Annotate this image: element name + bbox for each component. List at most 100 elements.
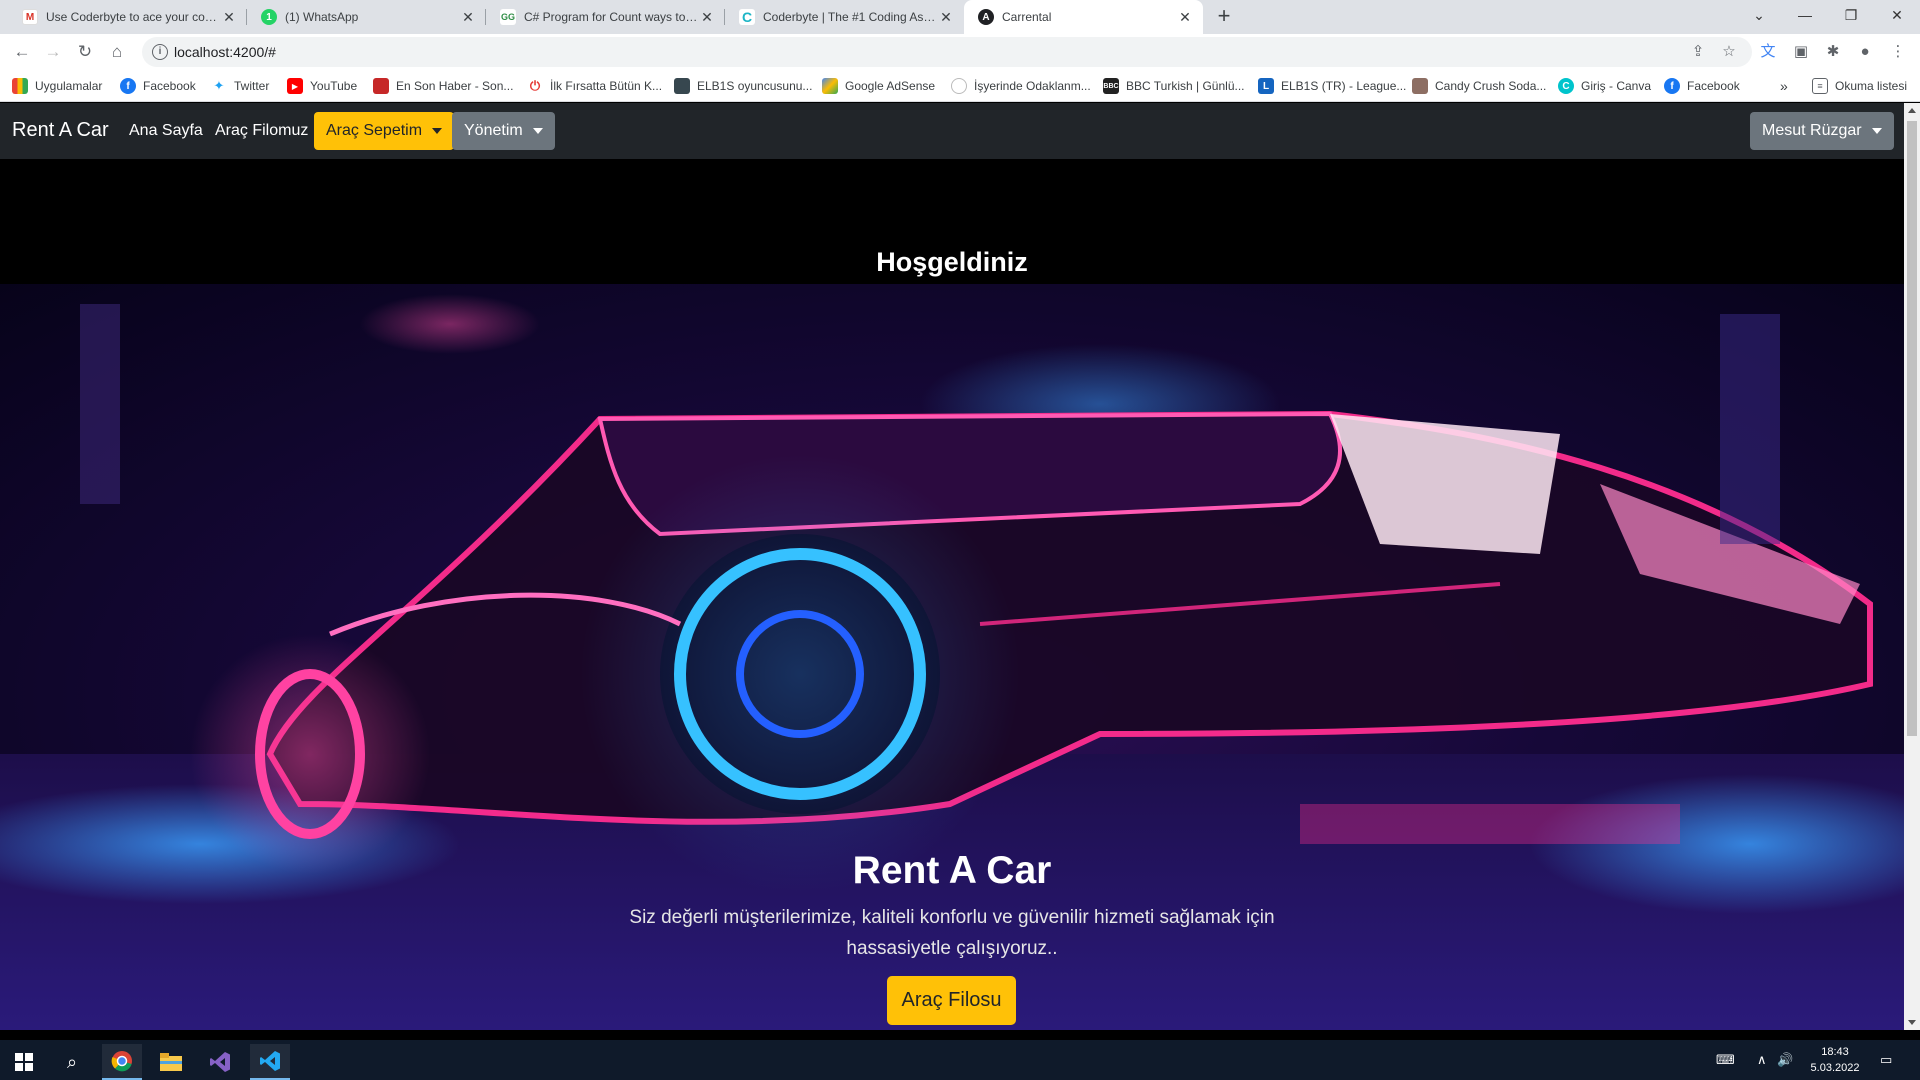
close-tab-icon[interactable]: ✕ bbox=[1177, 9, 1193, 25]
car-fleet-button[interactable]: Araç Filosu bbox=[887, 976, 1016, 1025]
bookmark-item[interactable]: ELB1S oyuncusunu... bbox=[674, 76, 812, 96]
vscode-icon[interactable] bbox=[250, 1044, 290, 1080]
geeksforgeeks-icon: GG bbox=[500, 9, 516, 25]
site-icon bbox=[951, 78, 967, 94]
tab-title: Coderbyte | The #1 Coding Asses bbox=[763, 10, 938, 24]
page-scrollbar[interactable] bbox=[1904, 103, 1920, 1030]
show-hidden-icons-icon[interactable]: ∧ bbox=[1757, 1052, 1767, 1068]
nav-link-home[interactable]: Ana Sayfa bbox=[129, 122, 203, 140]
browser-tab[interactable]: 1 (1) WhatsApp ✕ bbox=[247, 0, 486, 34]
navbar-brand[interactable]: Rent A Car bbox=[12, 119, 109, 142]
tab-title: Carrental bbox=[1002, 10, 1052, 24]
volume-icon[interactable]: 🔊 bbox=[1777, 1052, 1793, 1068]
hero-banner: Rent A Car Siz değerli müşterilerimize, … bbox=[0, 284, 1904, 1030]
bookmark-item[interactable]: L ELB1S (TR) - League... bbox=[1258, 76, 1406, 96]
restore-button[interactable]: ❐ bbox=[1828, 0, 1874, 30]
bookmark-item[interactable]: ▶ YouTube bbox=[287, 76, 357, 96]
home-icon[interactable]: ⌂ bbox=[105, 40, 129, 64]
bbc-icon: BBC bbox=[1103, 78, 1119, 94]
twitter-icon: ✦ bbox=[211, 78, 227, 94]
scrollbar-thumb[interactable] bbox=[1907, 121, 1917, 736]
app-navbar: Rent A Car Ana Sayfa Araç Filomuz Araç S… bbox=[0, 103, 1904, 159]
browser-tab[interactable]: GG C# Program for Count ways to re ✕ bbox=[486, 0, 725, 34]
power-icon: ⏻ bbox=[527, 78, 543, 94]
facebook-icon: f bbox=[1664, 78, 1680, 94]
bookmark-item[interactable]: ✦ Twitter bbox=[211, 76, 269, 96]
admin-dropdown[interactable]: Yönetim bbox=[452, 112, 555, 150]
browser-tab-active[interactable]: A Carrental ✕ bbox=[964, 0, 1203, 34]
profile-avatar-icon[interactable]: ● bbox=[1855, 42, 1875, 62]
translate-icon[interactable]: 文 bbox=[1758, 42, 1778, 62]
car-cart-label: Araç Sepetim bbox=[326, 122, 423, 139]
menu-kebab-icon[interactable]: ⋮ bbox=[1888, 42, 1908, 62]
bookmark-item[interactable]: Uygulamalar bbox=[12, 76, 102, 96]
more-bookmarks-button[interactable]: » bbox=[1780, 76, 1788, 96]
bookmark-label: İlk Fırsatta Bütün K... bbox=[550, 79, 663, 93]
gmail-icon: M bbox=[22, 9, 38, 25]
notifications-icon[interactable]: ▭ bbox=[1880, 1052, 1892, 1068]
forward-icon[interactable]: → bbox=[41, 40, 65, 64]
facebook-icon: f bbox=[120, 78, 136, 94]
game-icon bbox=[674, 78, 690, 94]
system-clock[interactable]: 18:43 5.03.2022 bbox=[1800, 1044, 1870, 1076]
close-tab-icon[interactable]: ✕ bbox=[221, 9, 237, 25]
windows-start-icon[interactable] bbox=[4, 1044, 44, 1080]
picture-in-picture-icon[interactable]: ▣ bbox=[1791, 42, 1811, 62]
bookmark-item[interactable]: En Son Haber - Son... bbox=[373, 76, 513, 96]
bookmark-star-icon[interactable]: ☆ bbox=[1719, 42, 1739, 62]
tab-title: (1) WhatsApp bbox=[285, 10, 359, 24]
browser-tab[interactable]: C Coderbyte | The #1 Coding Asses ✕ bbox=[725, 0, 964, 34]
bookmark-item[interactable]: Candy Crush Soda... bbox=[1412, 76, 1546, 96]
caret-down-icon bbox=[1871, 128, 1882, 134]
chrome-taskbar-icon[interactable] bbox=[102, 1044, 142, 1080]
scroll-up-icon[interactable] bbox=[1908, 108, 1916, 113]
keyboard-icon[interactable]: ⌨ bbox=[1716, 1052, 1735, 1068]
extensions-icon[interactable]: ✱ bbox=[1823, 42, 1843, 62]
bookmark-item[interactable]: f Facebook bbox=[120, 76, 196, 96]
file-explorer-icon[interactable] bbox=[151, 1044, 191, 1080]
visual-studio-icon[interactable] bbox=[200, 1044, 240, 1080]
close-tab-icon[interactable]: ✕ bbox=[699, 9, 715, 25]
close-window-button[interactable]: ✕ bbox=[1874, 0, 1920, 30]
adsense-icon bbox=[822, 78, 838, 94]
bookmark-item[interactable]: İşyerinde Odaklanm... bbox=[951, 76, 1091, 96]
bookmark-item[interactable]: ⏻ İlk Fırsatta Bütün K... bbox=[527, 76, 662, 96]
bookmark-label: BBC Turkish | Günlü... bbox=[1126, 79, 1245, 93]
new-tab-button[interactable]: + bbox=[1212, 5, 1236, 29]
close-tab-icon[interactable]: ✕ bbox=[460, 9, 476, 25]
bookmark-item[interactable]: Google AdSense bbox=[822, 76, 935, 96]
news-icon bbox=[373, 78, 389, 94]
tab-search-icon[interactable]: ⌄ bbox=[1736, 0, 1782, 30]
scroll-down-icon[interactable] bbox=[1908, 1020, 1916, 1025]
bookmark-label: İşyerinde Odaklanm... bbox=[974, 79, 1091, 93]
reading-list-icon: ≡ bbox=[1812, 78, 1828, 94]
angular-icon: A bbox=[978, 9, 994, 25]
admin-label: Yönetim bbox=[464, 122, 523, 139]
caret-down-icon bbox=[532, 128, 543, 134]
apps-grid-icon bbox=[12, 78, 28, 94]
close-tab-icon[interactable]: ✕ bbox=[938, 9, 954, 25]
browser-tab[interactable]: M Use Coderbyte to ace your coding ✕ bbox=[8, 0, 247, 34]
bookmark-label: Facebook bbox=[143, 79, 196, 93]
address-bar[interactable]: i localhost:4200/# ⇪ ☆ bbox=[142, 37, 1752, 67]
caret-down-icon bbox=[432, 128, 443, 134]
bookmark-item[interactable]: f Facebook bbox=[1664, 76, 1740, 96]
minimize-button[interactable]: — bbox=[1782, 0, 1828, 30]
bookmark-item[interactable]: BBC BBC Turkish | Günlü... bbox=[1103, 76, 1245, 96]
reading-list-button[interactable]: ≡ Okuma listesi bbox=[1812, 76, 1907, 96]
back-icon[interactable]: ← bbox=[10, 40, 34, 64]
bookmark-label: Twitter bbox=[234, 79, 270, 93]
candy-icon bbox=[1412, 78, 1428, 94]
car-cart-dropdown[interactable]: Araç Sepetim bbox=[314, 112, 455, 150]
address-url[interactable]: localhost:4200/# bbox=[174, 44, 276, 60]
site-info-icon[interactable]: i bbox=[152, 44, 168, 60]
share-icon[interactable]: ⇪ bbox=[1688, 42, 1708, 62]
reload-icon[interactable]: ↻ bbox=[73, 40, 97, 64]
user-dropdown[interactable]: Mesut Rüzgar bbox=[1750, 112, 1894, 150]
browser-toolbar: ← → ↻ ⌂ i localhost:4200/# ⇪ ☆ 文 ▣ ✱ ● ⋮ bbox=[0, 34, 1920, 70]
nav-link-fleet[interactable]: Araç Filomuz bbox=[215, 122, 308, 140]
search-icon[interactable]: ⌕ bbox=[52, 1044, 92, 1080]
bookmark-item[interactable]: C Giriş - Canva bbox=[1558, 76, 1651, 96]
league-icon: L bbox=[1258, 78, 1274, 94]
tab-title: C# Program for Count ways to re bbox=[524, 10, 699, 24]
